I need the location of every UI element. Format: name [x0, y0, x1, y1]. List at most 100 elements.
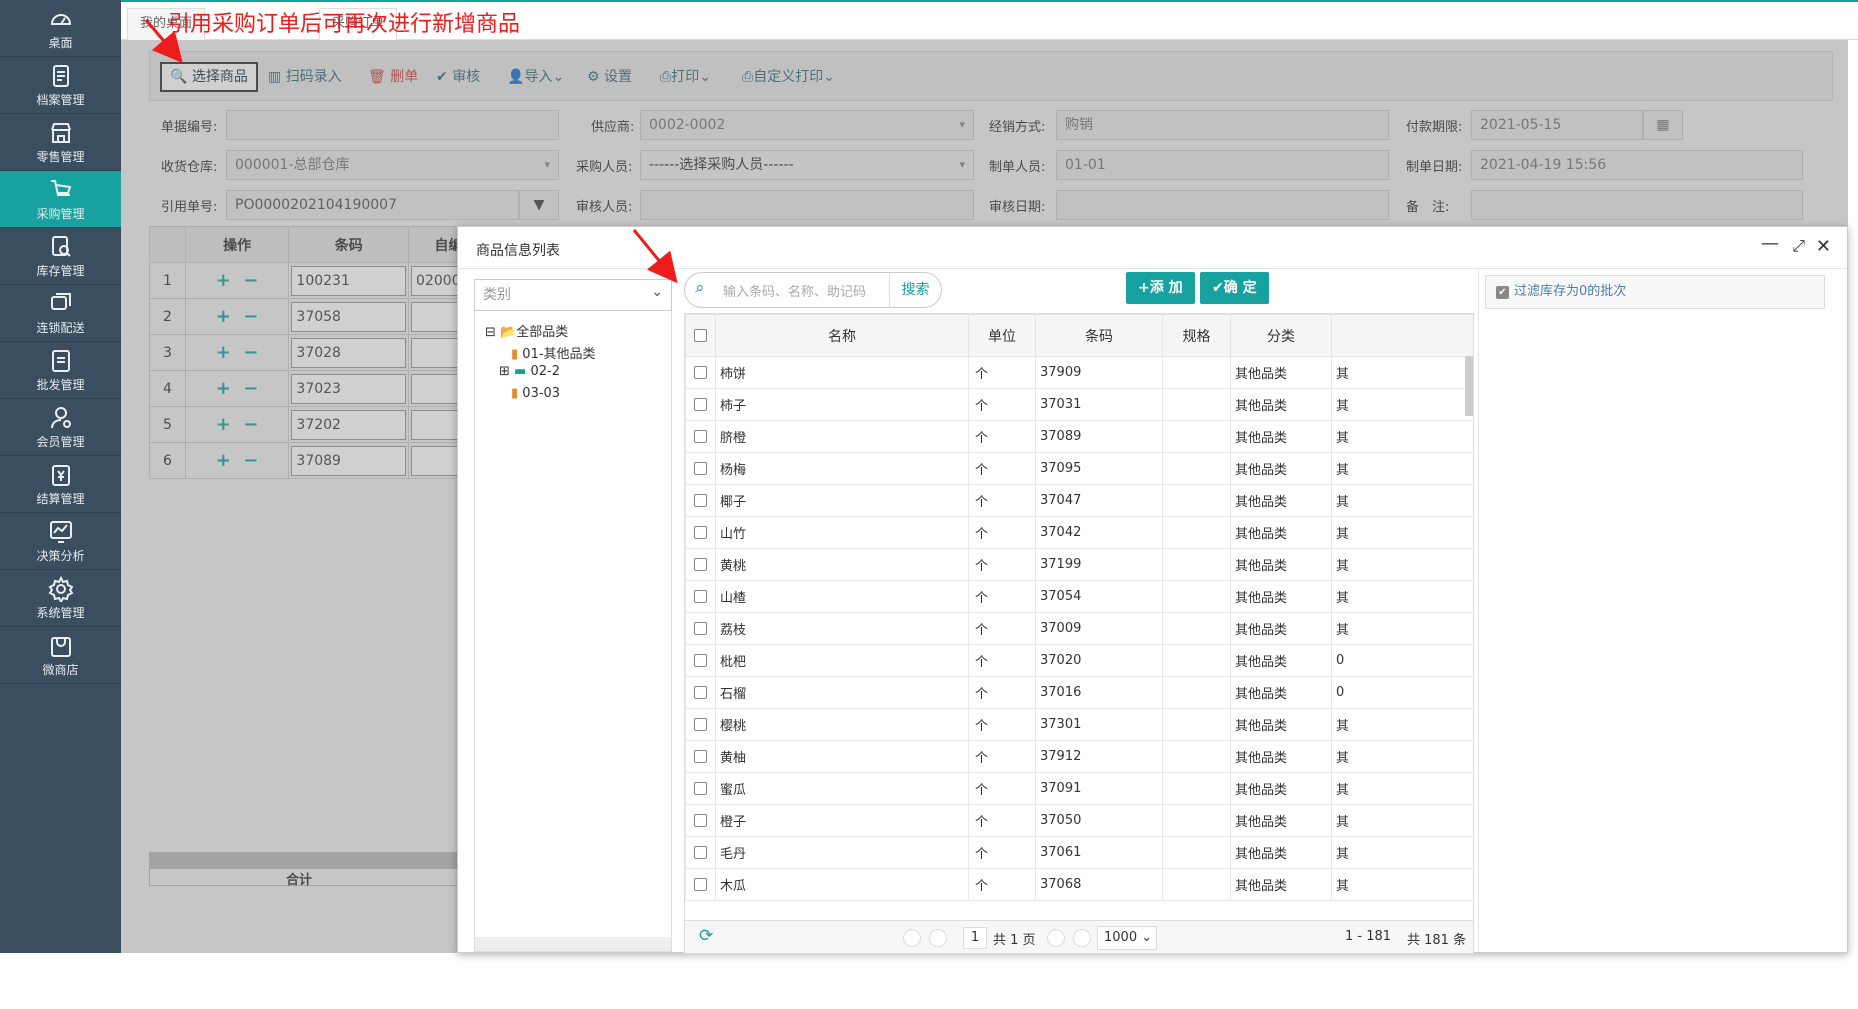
page-size-select[interactable]: 1000 ⌄ — [1097, 926, 1157, 950]
table-row[interactable]: 柿饼个 37909 其他品类其 — [685, 356, 1473, 389]
row-checkbox[interactable] — [694, 622, 707, 635]
row-checkbox[interactable] — [694, 718, 707, 731]
tree-node-03[interactable]: ▮ 03-03 — [511, 386, 560, 401]
sidebar-item-7[interactable]: 会员管理 — [0, 399, 121, 456]
table-row[interactable]: 椰子个 37047 其他品类其 — [685, 484, 1473, 517]
minimize-icon[interactable]: — — [1761, 233, 1779, 254]
sidebar-item-1[interactable]: 档案管理 — [0, 57, 121, 114]
search-input[interactable]: 输入条码、名称、助记码 — [723, 281, 866, 300]
product-unit: 个 — [968, 676, 1036, 709]
table-row[interactable]: 枇杷个 37020 其他品类 0 — [685, 644, 1473, 677]
product-barcode: 37047 — [1035, 484, 1163, 517]
page-input[interactable]: 1 — [963, 927, 987, 949]
product-extra: 其 — [1331, 836, 1473, 869]
table-row[interactable]: 柿子个 37031 其他品类其 — [685, 388, 1473, 421]
sidebar: 桌面 档案管理零售管理采购管理库存管理连锁配送批发管理 会员管理结算管理决策分析系统… — [0, 0, 121, 953]
search-box: ⌕ 输入条码、名称、助记码 搜索 — [684, 272, 942, 308]
row-checkbox[interactable] — [694, 814, 707, 827]
product-barcode: 37068 — [1035, 868, 1163, 901]
vertical-scrollbar[interactable] — [1465, 356, 1473, 416]
sidebar-item-2[interactable]: 零售管理 — [0, 114, 121, 171]
table-row[interactable]: 黄桃个 37199 其他品类其 — [685, 548, 1473, 581]
product-name: 荔枝 — [715, 612, 969, 645]
filter-checkbox[interactable]: ✔ — [1496, 286, 1509, 299]
table-row[interactable]: 蜜瓜个 37091 其他品类其 — [685, 772, 1473, 805]
annotation-text: 引用采购订单后可再次进行新增商品 — [168, 12, 521, 37]
product-extra: 其 — [1331, 356, 1473, 389]
table-row[interactable]: 山竹个 37042 其他品类其 — [685, 516, 1473, 549]
sidebar-item-label: 系统管理 — [36, 605, 85, 620]
table-row[interactable]: 荔枝个 37009 其他品类其 — [685, 612, 1473, 645]
table-row[interactable]: 木瓜个 37068 其他品类其 — [685, 868, 1473, 901]
row-checkbox[interactable] — [694, 558, 707, 571]
next-page-icon[interactable] — [1047, 929, 1065, 947]
total-pages: 共 1 页 — [993, 933, 1036, 948]
table-row[interactable]: 樱桃个 37301 其他品类其 — [685, 708, 1473, 741]
table-row[interactable]: 山楂个 37054 其他品类其 — [685, 580, 1473, 613]
col-category: 分类 — [1230, 314, 1332, 357]
sidebar-item-8[interactable]: 结算管理 — [0, 456, 121, 513]
table-row[interactable]: 黄柚个 37912 其他品类其 — [685, 740, 1473, 773]
sidebar-item-4[interactable]: 库存管理 — [0, 228, 121, 285]
maximize-icon[interactable]: ⤢ — [1792, 236, 1805, 256]
row-checkbox[interactable] — [694, 654, 707, 667]
product-category: 其他品类 — [1230, 356, 1332, 389]
sidebar-item-label: 结算管理 — [36, 491, 85, 506]
product-spec — [1162, 836, 1231, 869]
row-checkbox[interactable] — [694, 782, 707, 795]
product-extra: 其 — [1331, 740, 1473, 773]
search-button[interactable]: 搜索 — [889, 273, 941, 307]
row-checkbox[interactable] — [694, 846, 707, 859]
sidebar-item-9[interactable]: 决策分析 — [0, 513, 121, 570]
prev-page-icon[interactable] — [929, 929, 947, 947]
row-checkbox[interactable] — [694, 494, 707, 507]
sidebar-item-5[interactable]: 连锁配送 — [0, 285, 121, 342]
row-checkbox[interactable] — [694, 750, 707, 763]
row-checkbox[interactable] — [694, 526, 707, 539]
product-name: 杨梅 — [715, 452, 969, 485]
tree-node-all[interactable]: ⊟ 📂全部品类 — [485, 321, 568, 340]
row-checkbox[interactable] — [694, 430, 707, 443]
table-row[interactable]: 脐橙个 37089 其他品类其 — [685, 420, 1473, 453]
tree-node-02[interactable]: ⊞ ▬ 02-2 — [499, 364, 560, 379]
product-category: 其他品类 — [1230, 804, 1332, 837]
first-page-icon[interactable] — [903, 929, 921, 947]
row-checkbox[interactable] — [694, 398, 707, 411]
add-button[interactable]: +添 加 — [1126, 272, 1195, 304]
sidebar-item-label: 连锁配送 — [36, 320, 85, 335]
sidebar-item-label: 零售管理 — [36, 149, 85, 164]
tree-node-01[interactable]: ▮ 01-其他品类 — [511, 343, 596, 362]
col-barcode: 条码 — [1035, 314, 1163, 357]
sidebar-item-3[interactable]: 采购管理 — [0, 171, 121, 228]
table-row[interactable]: 毛丹个 37061 其他品类其 — [685, 836, 1473, 869]
product-category: 其他品类 — [1230, 580, 1332, 613]
close-icon[interactable]: ✕ — [1816, 236, 1831, 257]
select-all-checkbox[interactable] — [694, 329, 707, 342]
goods-list-modal: 商品信息列表 — ⤢ ✕ 类别 ⊟ 📂全部品类 ▮ 01-其他品类 ⊞ ▬ 02… — [457, 226, 1848, 954]
row-checkbox[interactable] — [694, 366, 707, 379]
tree-scrollbar[interactable] — [475, 937, 671, 951]
product-unit: 个 — [968, 612, 1036, 645]
table-row[interactable]: 杨梅个 37095 其他品类其 — [685, 452, 1473, 485]
table-row[interactable]: 橙子个 37050 其他品类其 — [685, 804, 1473, 837]
sidebar-item-0[interactable]: 桌面 — [0, 0, 121, 57]
sidebar-item-6[interactable]: 批发管理 — [0, 342, 121, 399]
sidebar-item-label: 采购管理 — [36, 206, 85, 221]
filter-zero-stock[interactable]: ✔ 过滤库存为0的批次 — [1485, 275, 1825, 309]
row-checkbox[interactable] — [694, 686, 707, 699]
refresh-icon[interactable]: ⟳ — [699, 926, 713, 946]
row-checkbox[interactable] — [694, 462, 707, 475]
product-unit: 个 — [968, 868, 1036, 901]
row-checkbox[interactable] — [694, 878, 707, 891]
product-spec — [1162, 612, 1231, 645]
last-page-icon[interactable] — [1073, 929, 1091, 947]
category-select[interactable]: 类别 — [474, 277, 672, 311]
product-name: 山楂 — [715, 580, 969, 613]
product-spec — [1162, 452, 1231, 485]
sidebar-item-10[interactable]: 系统管理 — [0, 570, 121, 627]
confirm-button[interactable]: ✔确 定 — [1200, 272, 1269, 304]
table-row[interactable]: 石榴个 37016 其他品类 0 — [685, 676, 1473, 709]
row-checkbox[interactable] — [694, 590, 707, 603]
sidebar-item-11[interactable]: 微商店 — [0, 627, 121, 684]
product-barcode: 37020 — [1035, 644, 1163, 677]
